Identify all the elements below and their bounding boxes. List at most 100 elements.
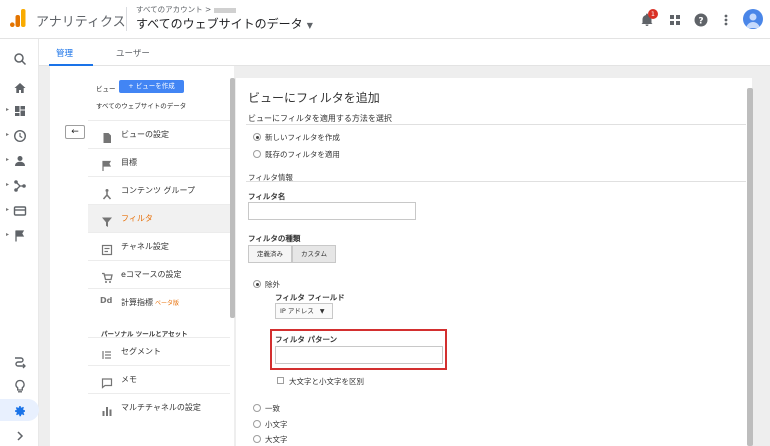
expand-arrow-icon: ▸: [6, 181, 10, 188]
predefined-button[interactable]: 定義済み: [248, 245, 292, 263]
flag-icon[interactable]: [13, 228, 27, 242]
filter-name-input[interactable]: [248, 202, 416, 220]
filter-icon: [101, 213, 113, 227]
attribution-icon[interactable]: [13, 354, 27, 369]
divider: [246, 181, 746, 182]
nav-item-label: セグメント: [121, 347, 161, 356]
radio-apply-existing[interactable]: [253, 150, 261, 158]
filter-field-label: フィルタ フィールド: [275, 293, 345, 302]
nav-item-label: フィルタ: [121, 214, 153, 223]
memo-icon: [101, 374, 113, 389]
nav-item-label: ビューの設定: [121, 130, 169, 139]
nav-item-label: コンテンツ グループ: [121, 186, 196, 195]
acquisition-icon[interactable]: [13, 178, 27, 192]
nav-item-label: チャネル設定: [121, 242, 169, 251]
filter-field-select[interactable]: IP アドレス ▼: [275, 303, 333, 319]
nav-scrollbar[interactable]: [230, 78, 235, 318]
expand-arrow-icon: ▸: [6, 231, 10, 238]
divider: [246, 124, 746, 125]
app-name: アナリティクス: [36, 15, 126, 30]
svg-text:?: ?: [698, 17, 703, 27]
radio-exclude[interactable]: [253, 280, 261, 288]
nav-item-filter[interactable]: フィルタ: [88, 204, 230, 232]
clock-icon[interactable]: [13, 128, 27, 143]
analytics-logo[interactable]: [10, 9, 26, 27]
nav-item-label: マルチチャネルの設定: [121, 403, 201, 412]
chevron-right-icon[interactable]: [13, 428, 27, 442]
document-icon: [101, 129, 113, 143]
case-sensitive-label: 大文字と小文字を区別: [289, 377, 364, 386]
radio-lowercase[interactable]: [253, 420, 261, 428]
flag-icon: [101, 157, 113, 171]
view-name[interactable]: すべてのウェブサイトのデータ: [96, 100, 186, 110]
main-scrollbar[interactable]: [747, 88, 753, 446]
app-root: アナリティクス すべてのアカウント > すべてのウェブサイトのデータ ▼ 1 ? …: [0, 0, 770, 446]
account-breadcrumb[interactable]: すべてのアカウント >: [136, 4, 237, 15]
search-icon[interactable]: [13, 51, 27, 66]
dashboard-icon[interactable]: [13, 103, 27, 117]
filter-name-label: フィルタ名: [248, 192, 286, 201]
nav-item-label: 目標: [121, 158, 137, 167]
filter-type-label: フィルタの種類: [248, 234, 301, 243]
content-group-icon: [101, 185, 113, 200]
channel-icon: [101, 241, 113, 256]
radio-match[interactable]: [253, 404, 261, 412]
create-view-button[interactable]: + ビューを作成: [119, 80, 184, 93]
radio-label: 一致: [265, 404, 280, 413]
apps-grid-icon[interactable]: [668, 12, 682, 26]
expand-arrow-icon: ▸: [6, 206, 10, 213]
dd-icon: Dd: [100, 296, 113, 305]
case-sensitive-checkbox[interactable]: [277, 377, 284, 384]
home-icon[interactable]: [13, 80, 27, 94]
page-title: ビューにフィルタを追加: [248, 91, 380, 105]
tab-user[interactable]: ユーザー: [116, 47, 150, 59]
view-label: ビュー: [96, 85, 116, 93]
breadcrumb-text: すべてのアカウント >: [136, 5, 212, 14]
nav-item-multichannel[interactable]: マルチチャネルの設定: [88, 393, 230, 421]
nav-item-calculated-metrics[interactable]: Dd 計算指標 ベータ版: [88, 288, 230, 316]
more-vert-icon[interactable]: [719, 12, 733, 26]
top-header: アナリティクス すべてのアカウント > すべてのウェブサイトのデータ ▼ 1 ?: [0, 0, 770, 39]
behavior-icon[interactable]: [13, 203, 27, 217]
back-arrow-button[interactable]: ←: [65, 125, 85, 139]
radio-label: 除外: [265, 280, 280, 289]
beta-badge: ベータ版: [155, 300, 180, 307]
radio-label: 小文字: [265, 420, 288, 429]
nav-item-annotations[interactable]: メモ: [88, 365, 230, 393]
gear-icon[interactable]: [13, 403, 27, 417]
radio-label: 既存のフィルタを適用: [265, 150, 340, 159]
cart-icon: [101, 269, 113, 283]
notification-badge: 1: [648, 9, 658, 19]
radio-label: 新しいフィルタを作成: [265, 133, 340, 142]
radio-uppercase[interactable]: [253, 435, 261, 443]
header-divider: [126, 7, 127, 31]
nav-item-channel-settings[interactable]: チャネル設定: [88, 232, 230, 260]
filter-pattern-label: フィルタ パターン: [275, 335, 338, 344]
lightbulb-icon[interactable]: [13, 378, 27, 393]
radio-create-new[interactable]: [253, 133, 261, 141]
nav-item-ecommerce[interactable]: eコマースの設定: [88, 260, 230, 288]
expand-arrow-icon: ▸: [6, 131, 10, 138]
tab-admin[interactable]: 管理: [56, 47, 73, 59]
filter-pattern-input[interactable]: [275, 346, 443, 364]
select-value: IP アドレス: [280, 307, 314, 315]
left-rail: ▸ ▸ ▸ ▸ ▸ ▸: [0, 39, 39, 446]
nav-item-view-settings[interactable]: ビューの設定: [88, 120, 230, 148]
caret-down-icon: ▼: [319, 308, 325, 315]
expand-arrow-icon: ▸: [6, 156, 10, 163]
radio-label: 大文字: [265, 435, 288, 444]
nav-item-label: メモ: [121, 375, 137, 384]
segment-icon: [101, 346, 113, 359]
custom-button[interactable]: カスタム: [292, 245, 336, 263]
nav-item-content-group[interactable]: コンテンツ グループ: [88, 176, 230, 204]
admin-tabs: 管理 ユーザー: [39, 39, 770, 66]
user-avatar[interactable]: [743, 9, 763, 29]
help-icon[interactable]: ?: [694, 12, 708, 27]
nav-item-segments[interactable]: セグメント: [88, 337, 230, 365]
nav-item-label: 計算指標: [121, 298, 153, 307]
nav-item-goals[interactable]: 目標: [88, 148, 230, 176]
nav-item-label: eコマースの設定: [121, 270, 182, 279]
person-icon[interactable]: [13, 153, 27, 167]
property-selector[interactable]: すべてのウェブサイトのデータ ▼: [136, 15, 313, 32]
bar-chart-icon: [101, 402, 113, 416]
